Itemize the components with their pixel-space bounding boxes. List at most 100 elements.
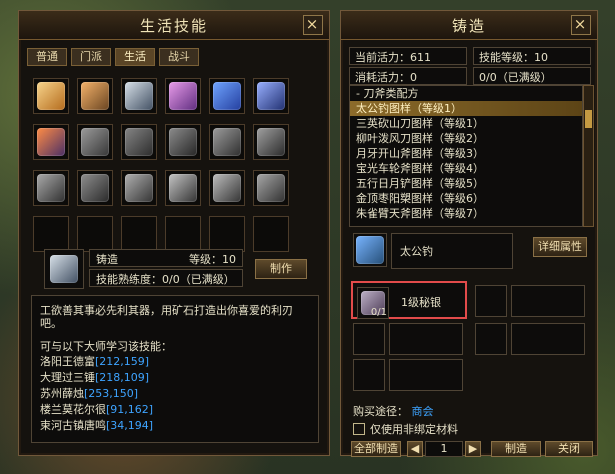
non-bound-checkbox[interactable] bbox=[353, 423, 365, 435]
tab-life[interactable]: 生活 bbox=[115, 48, 155, 66]
material-slot[interactable] bbox=[475, 323, 507, 355]
master-name: 楼兰莫花尔很 bbox=[40, 403, 106, 416]
checkbox-label: 仅使用非绑定材料 bbox=[370, 423, 458, 436]
life-skill-title: 生活技能 × bbox=[19, 11, 329, 40]
tab-sect[interactable]: 门派 bbox=[71, 48, 111, 66]
skill-slot[interactable] bbox=[121, 170, 157, 206]
master-coord[interactable]: [253,150] bbox=[84, 387, 138, 400]
recipe-item[interactable]: 柳叶泼风刀图样（等级2） bbox=[350, 131, 582, 146]
master-row: 束河古镇唐鸣[34,194] bbox=[40, 417, 310, 433]
empty-skill-slot[interactable] bbox=[77, 216, 113, 252]
skill-slot[interactable] bbox=[209, 124, 245, 160]
close-icon[interactable]: × bbox=[303, 15, 323, 35]
material-slot[interactable] bbox=[353, 323, 385, 355]
material-slot-wide[interactable] bbox=[389, 359, 463, 391]
material-slot-wide[interactable] bbox=[511, 323, 585, 355]
skill-slot[interactable] bbox=[253, 124, 289, 160]
recipe-item[interactable]: 宝光车轮斧图样（等级4） bbox=[350, 161, 582, 176]
quantity-field[interactable]: 1 bbox=[425, 441, 463, 457]
empty-skill-slot[interactable] bbox=[165, 216, 201, 252]
selected-item-icon-box[interactable] bbox=[353, 233, 387, 267]
master-coord[interactable]: [212,159] bbox=[95, 355, 149, 368]
selected-skill-icon-box[interactable] bbox=[44, 249, 84, 289]
material-selected-slot[interactable]: 0/1 1级秘银 bbox=[351, 281, 467, 319]
skill-slot[interactable] bbox=[33, 124, 69, 160]
increase-quantity-button[interactable]: ▶ bbox=[465, 441, 481, 457]
material-slot-wide[interactable] bbox=[389, 323, 463, 355]
master-coord[interactable]: [34,194] bbox=[106, 419, 153, 432]
material-slot[interactable] bbox=[475, 285, 507, 317]
master-row: 洛阳王德富[212,159] bbox=[40, 353, 310, 369]
description-line-1: 工欲善其事必先利其器，用矿石打造出你喜爱的利刃吧。 bbox=[40, 304, 293, 330]
alchemy-icon bbox=[37, 128, 65, 156]
empty-skill-slot[interactable] bbox=[209, 216, 245, 252]
close-icon[interactable]: × bbox=[571, 15, 591, 35]
make-all-button[interactable]: 全部制造 bbox=[351, 441, 401, 457]
skill-slot[interactable] bbox=[33, 170, 69, 206]
selected-item-name: 太公钓 bbox=[400, 245, 433, 258]
proficiency-box: 0/0（已满级） bbox=[473, 67, 591, 85]
skill-slot[interactable] bbox=[209, 78, 245, 114]
scroll-thumb[interactable] bbox=[585, 110, 592, 128]
skill-slot[interactable] bbox=[253, 170, 289, 206]
skill-grid bbox=[19, 66, 329, 252]
material-slot-wide[interactable] bbox=[511, 285, 585, 317]
anvil-icon bbox=[125, 82, 153, 110]
make-button[interactable]: 制作 bbox=[255, 259, 307, 279]
life-skill-panel: 生活技能 × 普通 门派 生活 战斗 铸造 等级：10 技能熟练度：0/0（已满… bbox=[18, 10, 330, 456]
empty-skill-slot[interactable] bbox=[253, 216, 289, 252]
recipe-item[interactable]: 太公钓图样（等级1） bbox=[350, 101, 582, 116]
life-skill-title-text: 生活技能 bbox=[139, 16, 208, 35]
skill-slot[interactable] bbox=[77, 124, 113, 160]
skill-slot[interactable] bbox=[209, 170, 245, 206]
consume-energy-box: 消耗活力：0 bbox=[349, 67, 467, 85]
spiral-icon bbox=[169, 174, 197, 202]
recipe-item[interactable]: 金顶枣阳槊图样（等级6） bbox=[350, 191, 582, 206]
tab-battle[interactable]: 战斗 bbox=[159, 48, 199, 66]
current-energy: 当前活力：611 bbox=[355, 51, 431, 64]
purchase-link[interactable]: 商会 bbox=[412, 405, 434, 418]
make-button[interactable]: 制造 bbox=[491, 441, 541, 457]
selected-skill-prof-row: 技能熟练度：0/0（已满级） bbox=[89, 269, 243, 287]
skill-slot[interactable] bbox=[165, 124, 201, 160]
master-coord[interactable]: [218,109] bbox=[95, 371, 149, 384]
selected-skill-proficiency: 技能熟练度：0/0（已满级） bbox=[96, 273, 235, 286]
skill-slot[interactable] bbox=[121, 78, 157, 114]
fish-icon bbox=[81, 128, 109, 156]
decrease-quantity-button[interactable]: ◀ bbox=[407, 441, 423, 457]
cauldron-icon bbox=[81, 82, 109, 110]
recipe-item[interactable]: 三英砍山刀图样（等级1） bbox=[350, 116, 582, 131]
anvil-icon bbox=[50, 255, 78, 283]
fishing-rod-icon bbox=[356, 236, 384, 264]
skill-slot[interactable] bbox=[77, 78, 113, 114]
detail-attributes-button[interactable]: 详细属性 bbox=[533, 237, 587, 257]
lamp-icon bbox=[213, 82, 241, 110]
empty-skill-slot[interactable] bbox=[121, 216, 157, 252]
skill-tabs: 普通 门派 生活 战斗 bbox=[19, 40, 329, 66]
empty-skill-slot[interactable] bbox=[33, 216, 69, 252]
skill-slot[interactable] bbox=[165, 170, 201, 206]
skill-level: 技能等级：10 bbox=[479, 51, 548, 64]
master-row: 楼兰莫花尔很[91,162] bbox=[40, 401, 310, 417]
recipe-scrollbar[interactable] bbox=[583, 85, 594, 227]
herb-icon bbox=[125, 128, 153, 156]
skill-slot[interactable] bbox=[121, 124, 157, 160]
recipe-item[interactable]: 五行日月铲图样（等级5） bbox=[350, 176, 582, 191]
recipe-item[interactable]: 朱雀臂天斧图样（等级7） bbox=[350, 206, 582, 221]
purchase-row: 购买途径： 商会 bbox=[353, 403, 434, 419]
close-button[interactable]: 关闭 bbox=[545, 441, 593, 457]
skill-slot[interactable] bbox=[33, 78, 69, 114]
material-slot[interactable] bbox=[353, 359, 385, 391]
forging-title: 铸造 × bbox=[341, 11, 597, 40]
skill-slot[interactable] bbox=[253, 78, 289, 114]
master-row: 苏州薛烛[253,150] bbox=[40, 385, 310, 401]
recipe-category[interactable]: - 刀斧类配方 bbox=[350, 86, 582, 101]
master-coord[interactable]: [91,162] bbox=[106, 403, 153, 416]
tab-general[interactable]: 普通 bbox=[27, 48, 67, 66]
master-name: 苏州薛烛 bbox=[40, 387, 84, 400]
proficiency-short: 0/0（已满级） bbox=[479, 71, 552, 84]
recipe-item[interactable]: 月牙开山斧图样（等级3） bbox=[350, 146, 582, 161]
material-name: 1级秘银 bbox=[401, 296, 441, 309]
skill-slot[interactable] bbox=[77, 170, 113, 206]
skill-slot[interactable] bbox=[165, 78, 201, 114]
